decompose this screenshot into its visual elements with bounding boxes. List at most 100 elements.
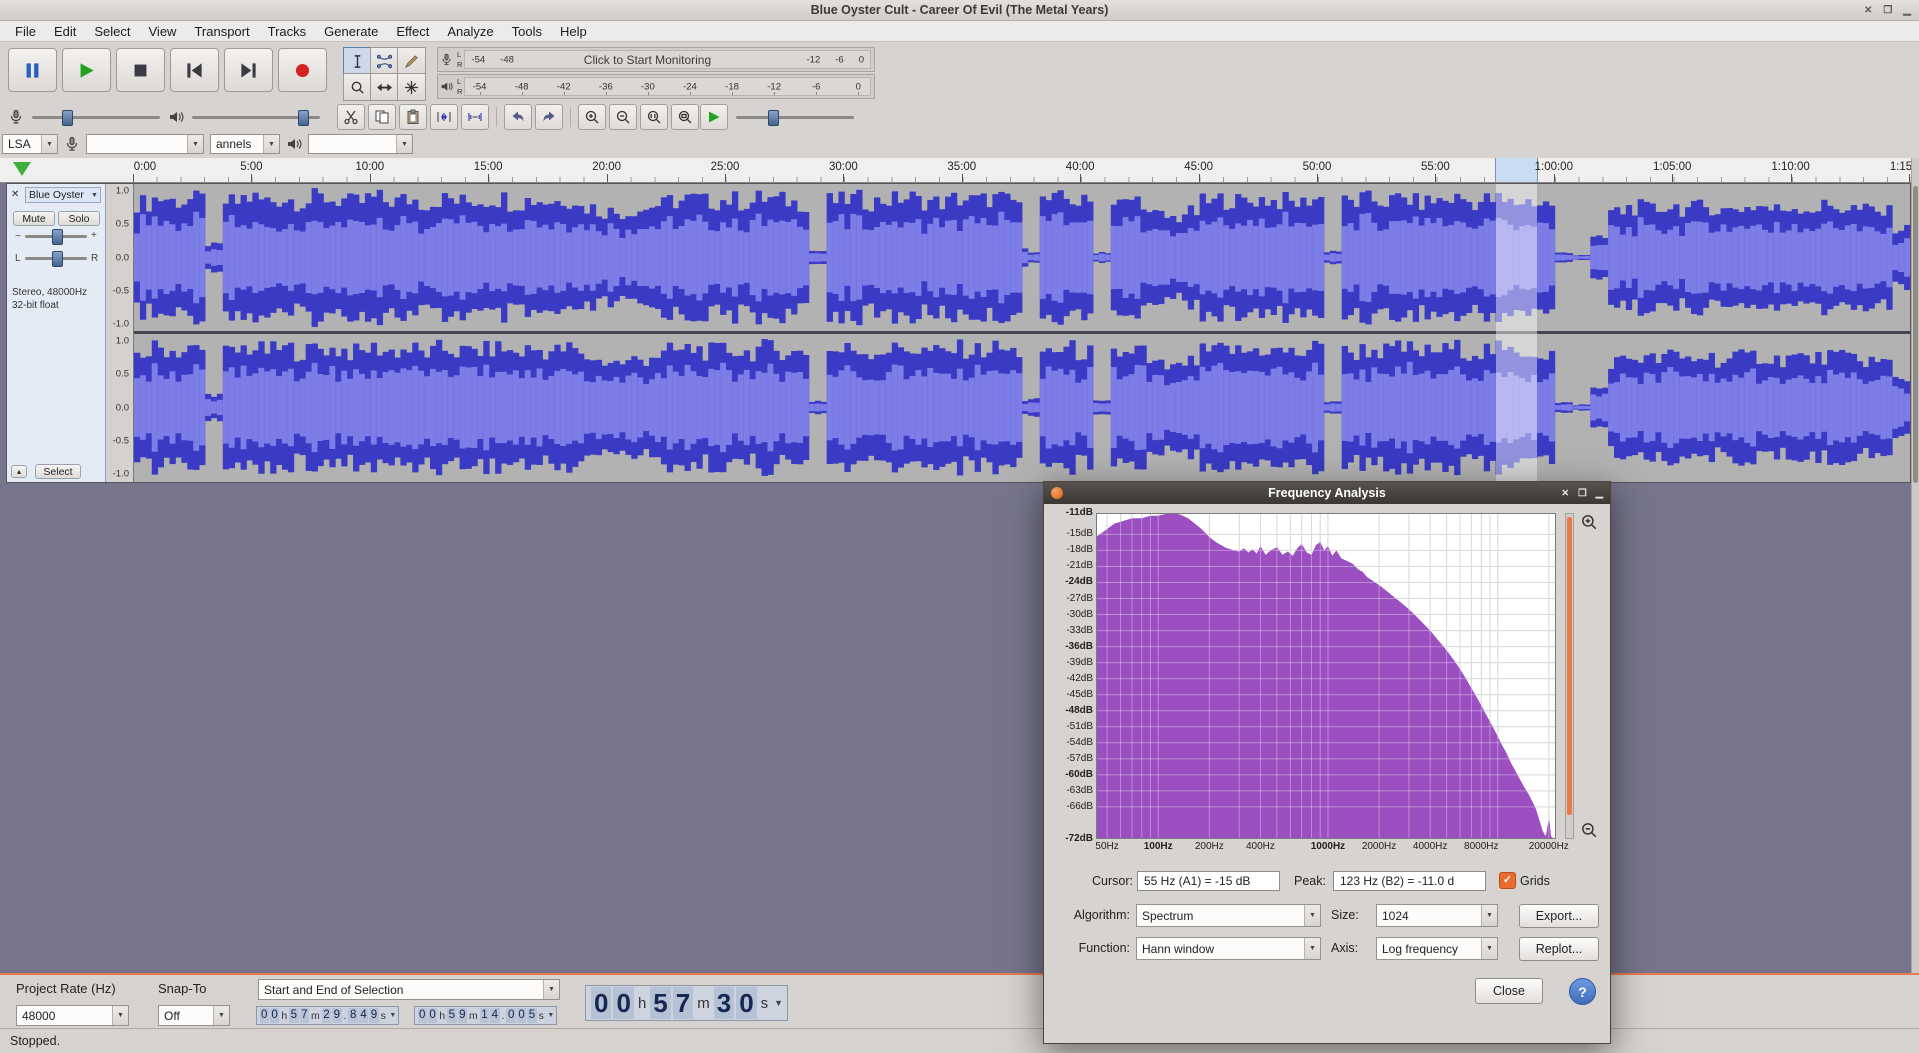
time-unit-label[interactable]: h — [638, 995, 646, 1012]
menu-file[interactable]: File — [6, 22, 45, 41]
play-button[interactable] — [62, 48, 111, 92]
track-name-menu[interactable]: Blue Oyster ▼ — [25, 187, 101, 203]
time-digit[interactable]: 2 — [321, 1008, 332, 1023]
pan-slider[interactable] — [25, 250, 87, 267]
skip-end-button[interactable] — [224, 48, 273, 92]
vertical-scale-ruler[interactable]: 1.0 0.5 0.0 -0.5 -1.0 1.0 0.5 0.0 -0.5 -1.0 — [106, 184, 134, 482]
play-at-speed-button[interactable] — [700, 104, 728, 130]
time-digit[interactable]: 5 — [650, 987, 671, 1019]
playback-volume-slider[interactable] — [192, 109, 320, 126]
menu-tools[interactable]: Tools — [503, 22, 551, 41]
window-control-icon[interactable]: ▁ — [1903, 5, 1911, 16]
snap-to-combo[interactable]: Off ▼ — [158, 1005, 230, 1026]
time-digit[interactable]: 9 — [457, 1008, 467, 1023]
time-digit[interactable]: 0 — [591, 987, 612, 1019]
time-digit[interactable]: 0 — [506, 1008, 516, 1023]
time-digit[interactable]: 9 — [369, 1008, 379, 1023]
mute-button[interactable]: Mute — [13, 211, 55, 226]
time-digit[interactable]: 3 — [713, 987, 735, 1019]
zoom-out-button[interactable] — [609, 104, 637, 130]
selection-mode-combo[interactable]: Start and End of Selection ▼ — [258, 979, 560, 1000]
size-combo[interactable]: 1024 ▼ — [1376, 904, 1498, 927]
menu-generate[interactable]: Generate — [315, 22, 387, 41]
timeshift-tool-button[interactable] — [370, 73, 399, 101]
axis-combo[interactable]: Log frequency ▼ — [1376, 937, 1498, 960]
vertical-scrollbar-thumb[interactable] — [1913, 186, 1918, 483]
chevron-down-icon[interactable]: ▼ — [774, 998, 783, 1008]
plot-zoom-scrollbar[interactable] — [1565, 513, 1574, 839]
time-digit[interactable]: 4 — [358, 1008, 369, 1023]
solo-button[interactable]: Solo — [58, 211, 100, 226]
time-digit[interactable]: 5 — [527, 1008, 537, 1023]
menu-help[interactable]: Help — [551, 22, 596, 41]
stop-button[interactable] — [116, 48, 165, 92]
redo-button[interactable] — [535, 104, 563, 130]
window-control-icon[interactable]: ✕ — [1864, 5, 1872, 16]
time-digit[interactable]: 0 — [417, 1008, 427, 1023]
replot-button[interactable]: Replot... — [1519, 937, 1599, 961]
menu-edit[interactable]: Edit — [45, 22, 85, 41]
time-digit[interactable]: 0 — [427, 1008, 438, 1023]
zoom-sel-button[interactable] — [640, 104, 668, 130]
chevron-down-icon[interactable]: ▼ — [547, 1012, 554, 1019]
menu-analyze[interactable]: Analyze — [438, 22, 502, 41]
recording-volume-slider[interactable] — [32, 109, 160, 126]
time-unit-label[interactable]: m — [697, 995, 710, 1012]
audio-position-field[interactable]: 0 0 h 5 7 m 3 0 s ▼ — [585, 985, 789, 1021]
time-digit[interactable]: 5 — [447, 1008, 457, 1023]
pan-slider-thumb[interactable] — [52, 251, 63, 267]
dialog-control-icon[interactable]: ❒ — [1578, 488, 1587, 499]
play-speed-slider-thumb[interactable] — [768, 110, 780, 126]
time-unit-label[interactable]: s — [761, 995, 769, 1012]
recording-volume-slider-thumb[interactable] — [61, 110, 73, 126]
waveform-region[interactable] — [134, 184, 1910, 482]
zoom-in-button[interactable] — [578, 104, 606, 130]
track-select-button[interactable]: Select — [35, 464, 81, 479]
selection-tool-button[interactable] — [343, 47, 372, 75]
time-unit-label[interactable]: s — [381, 1010, 386, 1022]
time-unit-label[interactable]: . — [502, 1010, 505, 1022]
time-digit[interactable]: 0 — [269, 1008, 280, 1023]
pause-button[interactable] — [8, 48, 57, 92]
menu-select[interactable]: Select — [85, 22, 139, 41]
menu-effect[interactable]: Effect — [387, 22, 438, 41]
time-digit[interactable]: 0 — [516, 1008, 527, 1023]
dialog-control-icon[interactable]: ✕ — [1561, 488, 1569, 499]
menu-tracks[interactable]: Tracks — [259, 22, 316, 41]
chevron-down-icon[interactable]: ▼ — [389, 1012, 396, 1019]
draw-tool-button[interactable] — [397, 47, 426, 75]
help-button[interactable]: ? — [1569, 978, 1596, 1005]
time-digit[interactable]: 9 — [332, 1008, 342, 1023]
playback-volume-slider-thumb[interactable] — [298, 110, 310, 126]
time-digit[interactable]: 1 — [479, 1008, 490, 1023]
selection-end-field[interactable]: 0 0 h 5 9 m 1 4. 0 0 5 s ▼ — [414, 1006, 558, 1025]
vertical-scrollbar[interactable] — [1911, 158, 1919, 973]
play-speed-slider[interactable] — [736, 109, 854, 126]
time-digit[interactable]: 5 — [289, 1008, 299, 1023]
monitor-text[interactable]: Click to Start Monitoring — [575, 52, 720, 67]
undo-button[interactable] — [504, 104, 532, 130]
silence-button[interactable] — [461, 104, 489, 130]
plot-zoom-scrollbar-thumb[interactable] — [1567, 517, 1572, 815]
close-button[interactable]: Close — [1475, 978, 1543, 1004]
time-unit-label[interactable]: . — [344, 1010, 347, 1022]
gain-slider[interactable] — [25, 228, 87, 245]
zoom-in-icon[interactable] — [1580, 513, 1598, 531]
function-combo[interactable]: Hann window ▼ — [1136, 937, 1321, 960]
window-control-icon[interactable]: ❐ — [1883, 5, 1892, 16]
time-digit[interactable]: 0 — [613, 987, 634, 1019]
playback-device-combo[interactable]: ▼ — [308, 134, 413, 154]
audio-host-combo[interactable]: LSA ▼ — [2, 134, 58, 154]
time-digit[interactable]: 8 — [348, 1008, 358, 1023]
copy-button[interactable] — [368, 104, 396, 130]
export-button[interactable]: Export... — [1519, 904, 1599, 928]
timeline-ruler[interactable]: 0:00 5:00 10:00 15:00 20:00 25:00 30:00 35:00 40… — [0, 158, 1919, 183]
spectrum-plot[interactable] — [1096, 513, 1556, 839]
zoom-out-icon[interactable] — [1580, 821, 1598, 839]
project-rate-combo[interactable]: 48000 ▼ — [16, 1005, 129, 1026]
zoom-tool-button[interactable] — [343, 73, 372, 101]
time-digit[interactable]: 7 — [672, 987, 694, 1019]
zoom-fit-button[interactable] — [671, 104, 699, 130]
track-close-icon[interactable]: ✕ — [11, 189, 19, 200]
selection-start-field[interactable]: 0 0 h 5 7 m 2 9. 8 4 9 s ▼ — [256, 1006, 400, 1025]
